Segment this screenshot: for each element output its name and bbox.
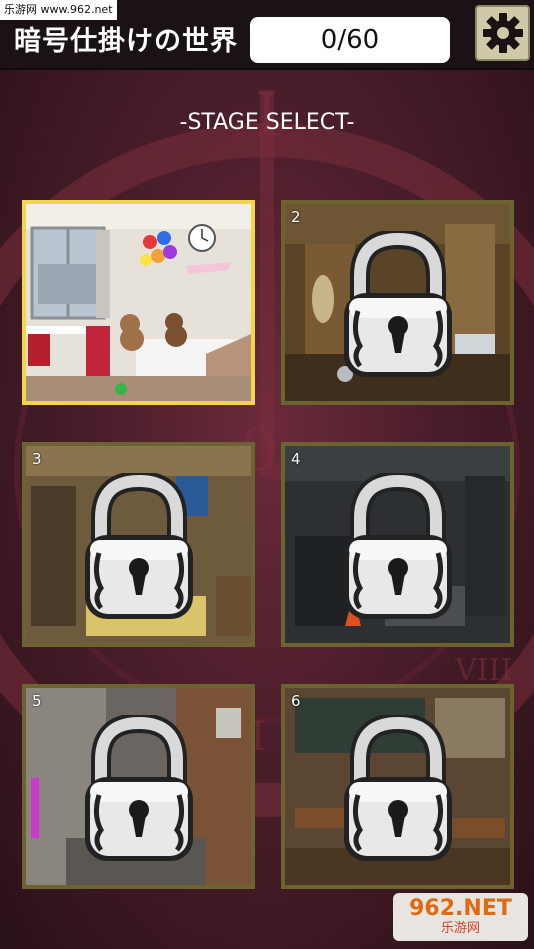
stage-number: 2: [291, 208, 301, 226]
stage-card-4[interactable]: 4: [281, 442, 514, 647]
stage-card-3[interactable]: 3: [22, 442, 255, 647]
padlock-icon: [343, 230, 452, 377]
padlock-icon: [343, 714, 452, 861]
padlock-icon: [84, 714, 193, 861]
stage-select-title: -STAGE SELECT-: [179, 110, 355, 135]
bedroom-scene-image: [26, 204, 251, 401]
settings-button[interactable]: [475, 5, 530, 61]
gear-icon: [482, 13, 523, 53]
progress-counter: 0/60: [250, 17, 450, 63]
padlock-icon: [84, 472, 193, 619]
stage-number: 6: [291, 692, 301, 710]
game-title: 暗号仕掛けの世界: [14, 26, 238, 57]
watermark-sub: 乐游网: [440, 921, 480, 936]
stage-number: 4: [291, 450, 301, 468]
watermark-main: 962.NET: [409, 896, 512, 921]
stage-card-2[interactable]: 2: [281, 200, 514, 405]
stage-card-6[interactable]: 6: [281, 684, 514, 889]
padlock-icon: [343, 472, 452, 619]
watermark-logo: 962.NET 乐游网: [393, 893, 528, 941]
stage-card-1[interactable]: [22, 200, 255, 405]
stage-number: 3: [32, 450, 42, 468]
stage-number: 5: [32, 692, 42, 710]
watermark-top: 乐游网 www.962.net: [0, 0, 117, 20]
stage-card-5[interactable]: 5: [22, 684, 255, 889]
svg-text:VIII: VIII: [454, 653, 512, 688]
